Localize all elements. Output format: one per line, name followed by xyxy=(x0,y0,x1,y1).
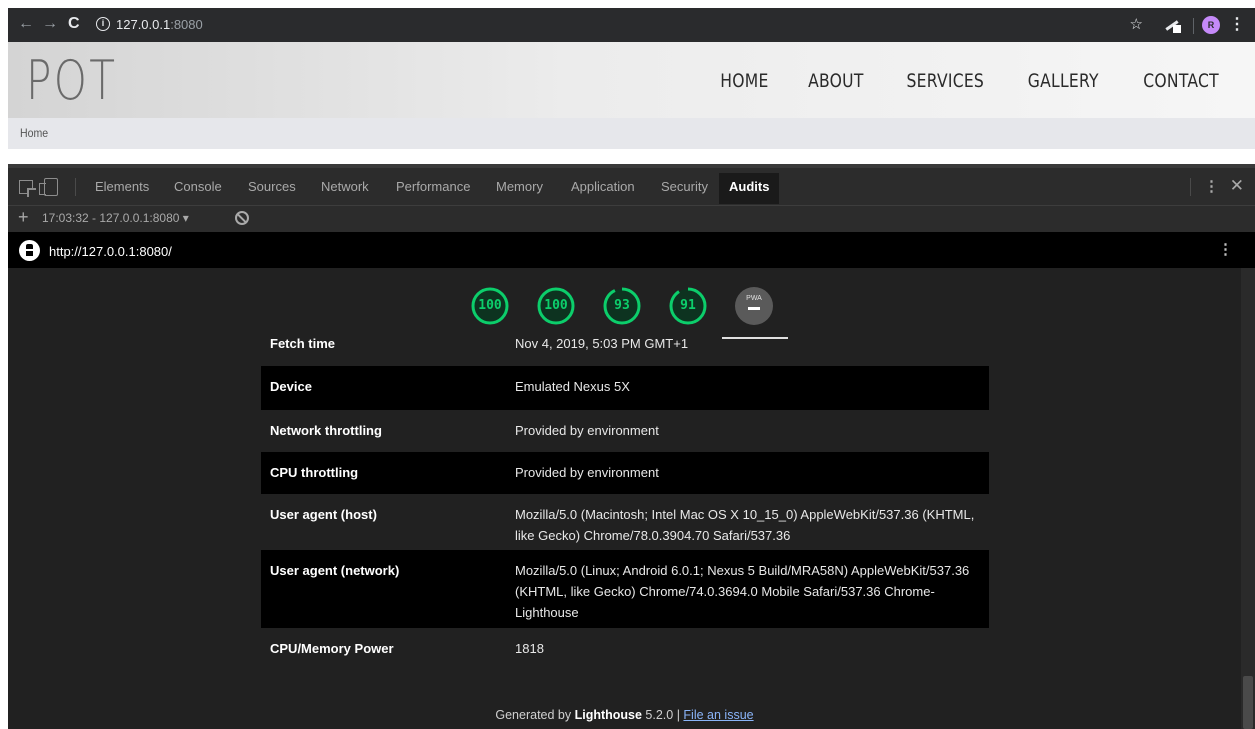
setting-key: User agent (host) xyxy=(270,507,377,522)
table-row: CPU/Memory Power 1818 xyxy=(261,628,989,672)
reload-icon[interactable]: C xyxy=(68,15,80,33)
setting-key: Device xyxy=(270,379,312,394)
setting-value: Provided by environment xyxy=(515,423,659,438)
table-row: Device Emulated Nexus 5X xyxy=(261,366,989,410)
runtime-settings-table: Fetch time Nov 4, 2019, 5:03 PM GMT+1 Devi… xyxy=(261,332,989,672)
file-issue-link[interactable]: File an issue xyxy=(683,708,753,722)
report-url[interactable]: http://127.0.0.1:8080/ xyxy=(49,244,172,259)
devtools-menu-icon[interactable]: ⋮ xyxy=(1204,177,1219,195)
devtools-tab-bar: Elements Console Sources Network Perform… xyxy=(8,168,1255,206)
address-bar[interactable]: 127.0.0.1:8080 xyxy=(116,17,203,32)
setting-value: Emulated Nexus 5X xyxy=(515,379,630,394)
score-gauge[interactable]: 100 xyxy=(470,286,510,326)
report-body: 100 100 93 91 PWA Fetch time Nov 4, 2019,… xyxy=(8,268,1241,729)
tab-performance[interactable]: Performance xyxy=(396,179,470,194)
new-audit-plus-icon[interactable]: + xyxy=(18,207,29,228)
site-header: POT HOME ABOUT SERVICES GALLERY CONTACT xyxy=(8,42,1255,118)
report-scrollbar[interactable] xyxy=(1241,268,1255,729)
tab-network[interactable]: Network xyxy=(321,179,369,194)
pwa-dash-icon xyxy=(748,307,760,310)
score-gauge[interactable]: 91 xyxy=(668,286,708,326)
pwa-badge[interactable]: PWA xyxy=(735,287,773,325)
score-value: 100 xyxy=(544,298,568,313)
tab-audits[interactable]: Audits xyxy=(719,173,780,204)
extension-icon[interactable] xyxy=(1163,18,1183,34)
footer-prefix: Generated by xyxy=(495,708,575,722)
tab-elements[interactable]: Elements xyxy=(95,179,149,194)
browser-menu-icon[interactable]: ⋮ xyxy=(1229,14,1245,34)
setting-value: 1818 xyxy=(515,641,544,656)
device-toolbar-icon[interactable] xyxy=(39,178,58,196)
score-gauges: 100 100 93 91 PWA xyxy=(470,286,790,326)
address-port: :8080 xyxy=(170,17,203,32)
setting-value: Mozilla/5.0 (Macintosh; Intel Mac OS X 1… xyxy=(515,507,975,543)
setting-key: Network throttling xyxy=(270,423,382,438)
setting-key: CPU throttling xyxy=(270,465,359,480)
page-gap xyxy=(8,149,1255,165)
breadcrumb[interactable]: Home xyxy=(20,126,48,140)
setting-value: Nov 4, 2019, 5:03 PM GMT+1 xyxy=(515,336,689,351)
report-menu-icon[interactable]: ⋮ xyxy=(1218,240,1233,258)
address-host: 127.0.0.1 xyxy=(116,17,171,32)
nav-about[interactable]: ABOUT xyxy=(808,70,863,92)
site-logo[interactable]: POT xyxy=(26,48,117,114)
nav-services[interactable]: SERVICES xyxy=(906,70,984,92)
tab-sources[interactable]: Sources xyxy=(248,179,296,194)
footer-tool: Lighthouse xyxy=(574,708,642,722)
breadcrumb-bar: Home xyxy=(8,118,1255,149)
setting-key: User agent (network) xyxy=(270,563,400,578)
score-value: 100 xyxy=(478,298,502,313)
clear-reports-icon[interactable] xyxy=(235,211,249,225)
report-footer: Generated by Lighthouse 5.2.0 | File an … xyxy=(8,708,1241,722)
tab-security[interactable]: Security xyxy=(661,179,708,194)
setting-value: Provided by environment xyxy=(515,465,659,480)
tab-divider xyxy=(1190,178,1191,196)
table-row: User agent (host) Mozilla/5.0 (Macintosh;… xyxy=(261,494,989,550)
score-gauge[interactable]: 93 xyxy=(602,286,642,326)
score-value: 91 xyxy=(680,298,696,313)
scrollbar-thumb[interactable] xyxy=(1243,676,1253,729)
tab-console[interactable]: Console xyxy=(174,179,222,194)
report-url-bar: http://127.0.0.1:8080/ ⋮ xyxy=(8,232,1255,268)
site-info-icon[interactable]: i xyxy=(96,17,110,31)
forward-arrow-icon[interactable]: → xyxy=(42,15,58,33)
table-row: CPU throttling Provided by environment xyxy=(261,452,989,494)
back-arrow-icon[interactable]: ← xyxy=(18,15,34,33)
tab-divider xyxy=(75,178,76,196)
profile-avatar[interactable]: R xyxy=(1202,16,1220,34)
audits-toolbar: + 17:03:32 - 127.0.0.1:8080 ▾ xyxy=(8,206,1255,232)
inspect-element-icon[interactable] xyxy=(19,180,33,194)
setting-key: Fetch time xyxy=(270,336,336,351)
score-gauge[interactable]: 100 xyxy=(536,286,576,326)
browser-toolbar: ← → C i 127.0.0.1:8080 ☆ R ⋮ xyxy=(8,8,1255,42)
report-select-dropdown[interactable]: 17:03:32 - 127.0.0.1:8080 ▾ xyxy=(42,211,189,225)
pwa-badge-label: PWA xyxy=(746,295,762,302)
footer-version: 5.2.0 | xyxy=(641,708,684,722)
bookmark-star-icon[interactable]: ☆ xyxy=(1130,15,1143,33)
table-row: User agent (network) Mozilla/5.0 (Linux; … xyxy=(261,550,989,628)
table-row: Fetch time Nov 4, 2019, 5:03 PM GMT+1 xyxy=(261,332,989,366)
nav-gallery[interactable]: GALLERY xyxy=(1028,70,1099,92)
setting-value: Mozilla/5.0 (Linux; Android 6.0.1; Nexus… xyxy=(515,563,970,620)
nav-contact[interactable]: CONTACT xyxy=(1143,70,1219,92)
lighthouse-logo-icon xyxy=(19,240,40,261)
nav-home[interactable]: HOME xyxy=(720,70,768,92)
setting-key: CPU/Memory Power xyxy=(270,641,394,656)
tab-memory[interactable]: Memory xyxy=(496,179,543,194)
tab-application[interactable]: Application xyxy=(571,179,635,194)
table-row: Network throttling Provided by environmen… xyxy=(261,410,989,452)
close-icon[interactable]: ✕ xyxy=(1230,176,1244,196)
toolbar-divider xyxy=(1193,18,1194,34)
site-navigation: HOME ABOUT SERVICES GALLERY CONTACT xyxy=(715,70,1227,92)
score-value: 93 xyxy=(614,298,630,313)
